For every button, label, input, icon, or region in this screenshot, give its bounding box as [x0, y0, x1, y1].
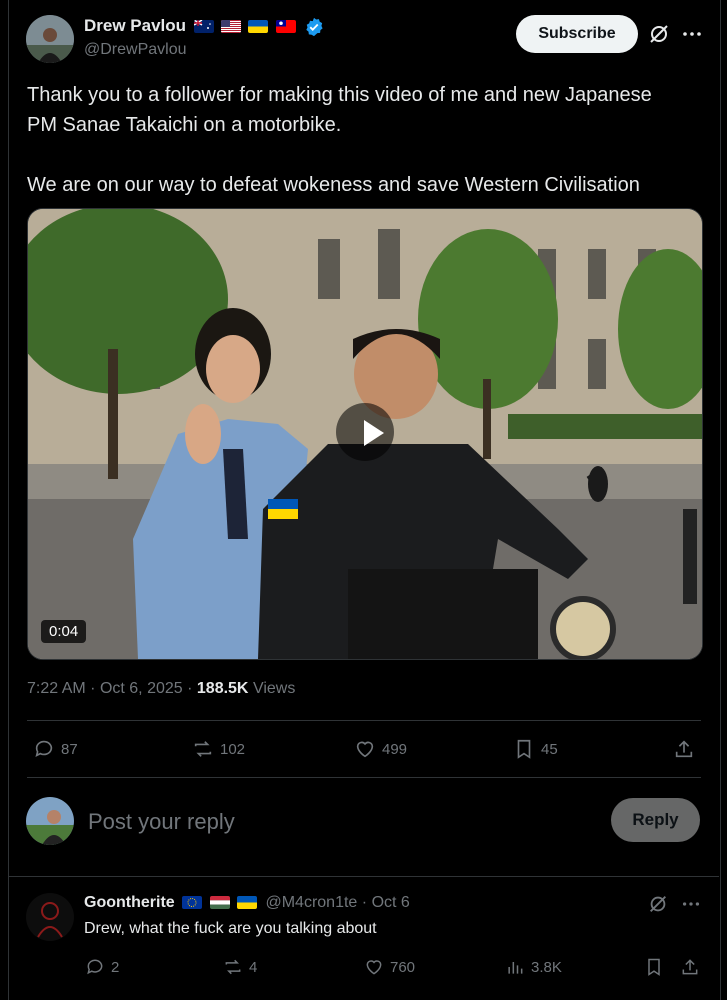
bookmark-icon: [517, 739, 531, 759]
repost-icon: [225, 959, 241, 975]
australia-flag-icon: [193, 20, 214, 34]
separator-dot: ·: [90, 680, 96, 697]
verified-badge-icon: [304, 17, 324, 37]
repost-action[interactable]: 4: [223, 957, 257, 977]
reply-repost-count: 4: [249, 958, 258, 976]
post-metadata: 7:22 AM · Oct 6, 2025 · 188.5K Views: [27, 680, 295, 698]
post-text-paragraph-2: We are on our way to defeat wokeness and…: [27, 174, 640, 196]
hungary-flag-icon: [209, 896, 230, 910]
author-name[interactable]: Drew Pavlou: [84, 16, 186, 35]
grok-icon[interactable]: [647, 22, 671, 46]
reply-author-handle[interactable]: @M4cron1te: [265, 894, 357, 911]
share-action[interactable]: [673, 738, 695, 760]
repost-action[interactable]: 102: [192, 738, 245, 760]
reply-author-line: Goontherite @M4cron1te · Oct 6: [84, 894, 410, 912]
more-options-icon[interactable]: [680, 22, 704, 46]
bookmark-action[interactable]: 45: [513, 738, 558, 760]
author-line: Drew Pavlou: [84, 16, 324, 37]
share-action[interactable]: [680, 957, 700, 977]
repost-icon: [194, 741, 212, 757]
divider: [8, 876, 719, 877]
divider: [27, 777, 701, 778]
reply-author-name[interactable]: Goontherite: [84, 894, 175, 911]
current-user-avatar[interactable]: [26, 797, 74, 845]
reply-action[interactable]: 2: [85, 957, 119, 977]
taiwan-flag-icon: [275, 20, 296, 34]
reply-like-count: 760: [390, 958, 416, 976]
like-count: 499: [382, 740, 408, 758]
grok-icon[interactable]: [647, 893, 671, 917]
reply-action[interactable]: 87: [33, 738, 78, 760]
views-action[interactable]: 3.8K: [505, 957, 562, 977]
views-count: 188.5K: [196, 680, 249, 697]
play-button[interactable]: [336, 403, 394, 461]
reply-input[interactable]: [86, 804, 590, 840]
reply-button[interactable]: Reply: [611, 798, 700, 842]
like-action[interactable]: 760: [364, 957, 415, 977]
usa-flag-icon: [220, 20, 241, 34]
reply-icon: [35, 740, 53, 757]
eu-flag-icon: [182, 896, 203, 910]
more-options-icon[interactable]: [680, 893, 704, 917]
bookmark-action[interactable]: [644, 957, 664, 977]
reply-text: Drew, what the fuck are you talking abou…: [84, 920, 377, 937]
reply-date[interactable]: Oct 6: [372, 894, 410, 911]
share-icon: [675, 740, 693, 758]
views-label: Views: [252, 680, 296, 697]
ukraine-flag-icon: [237, 896, 258, 910]
divider: [27, 720, 701, 721]
video-duration: 0:04: [41, 620, 87, 643]
reply-reply-count: 2: [111, 958, 120, 976]
reply-icon: [87, 959, 103, 975]
ukraine-flag-icon: [248, 20, 269, 34]
reply-views-count: 3.8K: [531, 958, 562, 976]
repost-count: 102: [220, 740, 246, 758]
post-date[interactable]: Oct 6, 2025: [100, 680, 183, 697]
play-icon: [364, 420, 384, 446]
bookmark-count: 45: [541, 740, 558, 758]
reply-author-avatar[interactable]: [26, 893, 74, 941]
analytics-icon: [508, 962, 523, 974]
heart-icon: [366, 960, 382, 975]
author-handle[interactable]: @DrewPavlou: [84, 41, 187, 59]
author-avatar[interactable]: [26, 15, 74, 63]
separator-dot: ·: [361, 894, 368, 911]
separator-dot: ·: [187, 680, 193, 697]
like-action[interactable]: 499: [354, 738, 407, 760]
bookmark-icon: [648, 958, 660, 976]
reply-count: 87: [61, 740, 78, 758]
post-text-paragraph-1: Thank you to a follower for making this …: [27, 84, 652, 136]
share-icon: [682, 959, 698, 975]
subscribe-button[interactable]: Subscribe: [516, 15, 638, 53]
post-time[interactable]: 7:22 AM: [27, 680, 86, 697]
post-text: Thank you to a follower for making this …: [27, 80, 687, 200]
heart-icon: [356, 741, 374, 758]
